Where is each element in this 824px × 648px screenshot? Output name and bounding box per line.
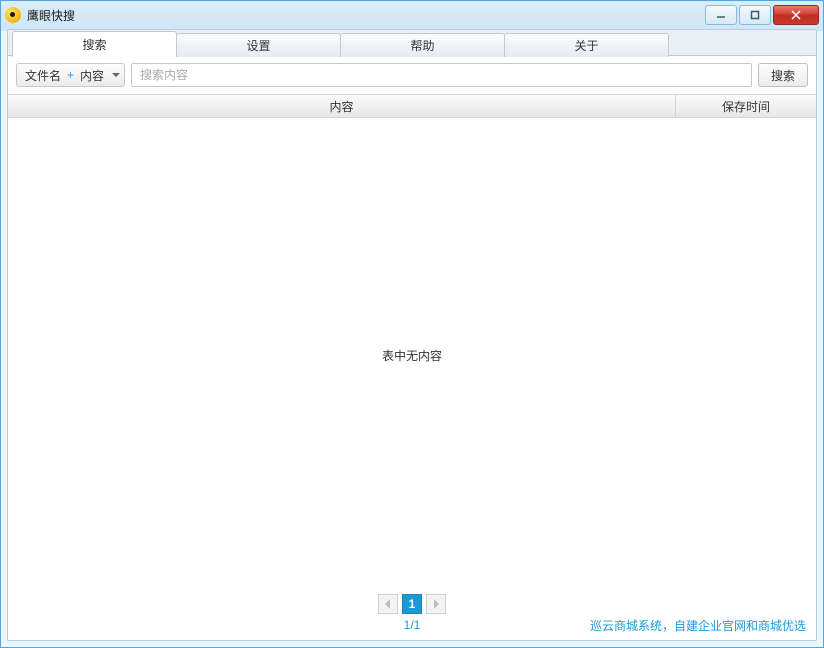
pagination: 1 [8,590,816,614]
chevron-down-icon [112,73,120,77]
empty-message: 表中无内容 [382,347,442,364]
tab-search[interactable]: 搜索 [12,31,177,57]
tab-label: 设置 [246,37,270,54]
minimize-icon [716,10,726,20]
search-scope-dropdown[interactable]: 文件名 + 内容 [16,63,125,87]
column-header-content[interactable]: 内容 [8,95,676,117]
dropdown-prefix: 文件名 [25,67,61,84]
tab-label: 搜索 [82,36,106,53]
tab-help[interactable]: 帮助 [340,33,505,57]
minimize-button[interactable] [705,5,737,25]
titlebar: 鹰眼快搜 [1,1,823,29]
chevron-right-icon [432,599,440,609]
app-icon [5,7,21,23]
next-page-button[interactable] [426,594,446,614]
search-bar: 文件名 + 内容 搜索 [8,56,816,94]
footer: 1 1/1 巡云商城系统，自建企业官网和商城优选 [8,590,816,640]
close-icon [791,10,801,20]
tab-bar: 搜索 设置 帮助 关于 [8,30,816,56]
client-area: 搜索 设置 帮助 关于 文件名 + 内容 搜索 内容 保存时间 表中无内容 [7,29,817,641]
table-header: 内容 保存时间 [8,94,816,118]
tab-label: 帮助 [410,37,434,54]
maximize-icon [750,10,760,20]
search-button[interactable]: 搜索 [758,63,808,87]
window-title: 鹰眼快搜 [27,7,705,24]
app-window: 鹰眼快搜 搜索 设置 帮助 关于 文件名 + 内容 搜索 [0,0,824,648]
table-body: 表中无内容 [8,120,816,590]
dropdown-plus: + [67,68,74,82]
tab-settings[interactable]: 设置 [176,33,341,57]
window-controls [705,5,819,25]
tab-label: 关于 [574,37,598,54]
close-button[interactable] [773,5,819,25]
promo-link[interactable]: 巡云商城系统，自建企业官网和商城优选 [590,617,806,634]
page-number[interactable]: 1 [402,594,422,614]
chevron-left-icon [384,599,392,609]
prev-page-button[interactable] [378,594,398,614]
search-input[interactable] [131,63,752,87]
maximize-button[interactable] [739,5,771,25]
dropdown-suffix: 内容 [80,67,104,84]
tab-about[interactable]: 关于 [504,33,669,57]
column-header-save-time[interactable]: 保存时间 [676,95,816,117]
